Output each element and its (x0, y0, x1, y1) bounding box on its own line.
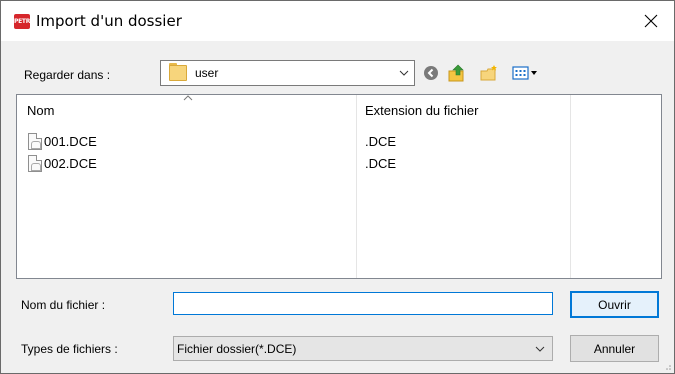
view-menu-icon (512, 66, 537, 80)
title-bar[interactable]: PETRA Import d'un dossier (1, 1, 674, 41)
column-divider[interactable] (356, 95, 357, 278)
file-extension: .DCE (365, 134, 397, 149)
folder-icon (169, 65, 187, 81)
petra-app-icon: PETRA (14, 14, 35, 29)
filetype-value: Fichier dossier(*.DCE) (177, 342, 297, 356)
dce-file-icon (28, 133, 42, 150)
cancel-button[interactable]: Annuler (570, 335, 659, 362)
file-row[interactable]: 001.DCE .DCE (17, 133, 661, 153)
sort-ascending-icon (183, 95, 193, 101)
import-dialog: PETRA Import d'un dossier Regarder dans … (0, 0, 675, 374)
view-menu-button[interactable] (511, 63, 541, 83)
column-header-extension[interactable]: Extension du fichier (365, 103, 478, 118)
filename-input[interactable] (173, 292, 553, 315)
lookin-value: user (195, 66, 219, 80)
file-name: 001.DCE (44, 134, 97, 149)
column-divider[interactable] (570, 95, 571, 278)
back-icon (424, 66, 438, 80)
new-folder-button[interactable] (479, 63, 499, 83)
chevron-down-icon (399, 70, 409, 76)
dce-file-icon (28, 155, 42, 172)
lookin-combo[interactable]: user (160, 60, 415, 86)
up-folder-button[interactable] (447, 63, 467, 83)
open-button[interactable]: Ouvrir (570, 291, 659, 318)
resize-grip-icon[interactable] (662, 361, 672, 371)
file-row[interactable]: 002.DCE .DCE (17, 155, 661, 175)
back-button[interactable] (421, 63, 441, 83)
file-name: 002.DCE (44, 156, 97, 171)
file-extension: .DCE (365, 156, 397, 171)
chevron-down-icon (535, 346, 545, 352)
file-list[interactable]: Nom Extension du fichier 001.DCE .DCE 00… (16, 94, 662, 279)
new-folder-icon (480, 65, 497, 81)
column-header-name[interactable]: Nom (27, 103, 54, 118)
lookin-label: Regarder dans : (24, 68, 111, 82)
up-folder-icon (448, 64, 464, 82)
close-icon (644, 14, 658, 28)
filetype-select[interactable]: Fichier dossier(*.DCE) (173, 336, 553, 361)
window-title: Import d'un dossier (36, 12, 182, 30)
filename-label: Nom du fichier : (21, 298, 106, 312)
close-button[interactable] (628, 1, 674, 41)
filetype-label: Types de fichiers : (21, 342, 118, 356)
